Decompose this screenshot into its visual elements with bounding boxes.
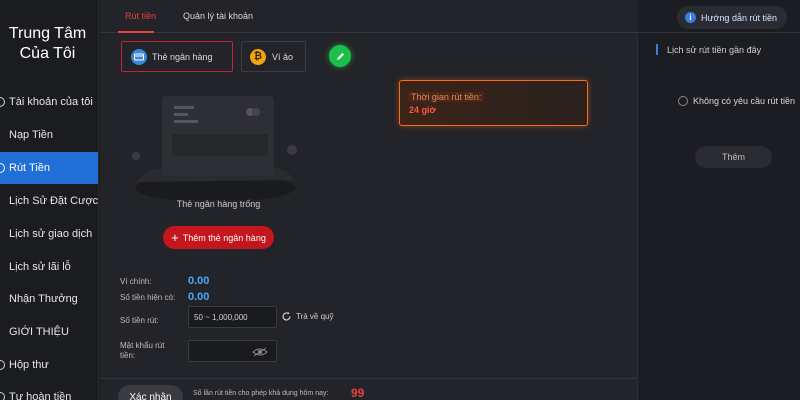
method-bank-card[interactable]: Thẻ ngân hàng [121, 41, 233, 72]
sidebar-item-referral[interactable]: GIỚI THIỆU [0, 316, 98, 348]
withdraw-password-label: Mật khẩu rút tiền: [120, 341, 165, 360]
balance-value: 0.00 [188, 291, 210, 303]
recent-withdrawals-title: Lịch sử rút tiền gần đây [667, 45, 762, 55]
withdraw-guide-label: Hướng dẫn rút tiền [701, 12, 777, 23]
method-wallet-label: Ví ảo [272, 51, 294, 62]
amount-input[interactable]: 50 ~ 1,000,000 [188, 306, 277, 328]
sidebar-item-label: Nạp Tiền [9, 129, 54, 141]
info-icon: i [685, 12, 696, 23]
sidebar-item-withdraw[interactable]: Rút Tiền [0, 152, 98, 184]
sidebar-item-inbox[interactable]: Hộp thư [0, 349, 98, 381]
tab-account-management[interactable]: Quản lý tài khoản [183, 11, 253, 21]
sidebar-item-deposit[interactable]: Nạp Tiền [0, 119, 98, 151]
refresh-icon [282, 311, 291, 321]
balance-label: Số tiền hiện có: [120, 293, 176, 302]
main-wallet-value: 0.00 [188, 275, 210, 287]
bank-card-icon [131, 48, 147, 65]
bullet-icon [0, 392, 5, 400]
refund-to-wallet-button[interactable]: Trả về quỹ [281, 311, 334, 322]
sidebar-title: Trung Tâm Của Tôi [0, 24, 98, 64]
sidebar-item-label: Hộp thư [9, 359, 49, 371]
add-bank-card-button[interactable]: + Thêm thẻ ngân hàng [163, 226, 274, 249]
main-wallet-label: Ví chính: [120, 277, 152, 286]
sidebar-item-my-account[interactable]: Tài khoản của tôi [0, 86, 98, 118]
sidebar-item-transaction-history[interactable]: Lịch sử giao dịch [0, 218, 98, 250]
sidebar-item-label: Lịch sử lãi lỗ [9, 261, 71, 273]
withdraw-password-input[interactable] [188, 340, 277, 362]
empty-icon [678, 96, 688, 106]
bullet-icon [0, 163, 5, 173]
sidebar-item-profit-loss[interactable]: Lịch sử lãi lỗ [0, 251, 98, 283]
refund-label: Trả về quỹ [296, 312, 334, 321]
recent-withdrawals-panel: Lịch sử rút tiền gần đây Không có yêu cầ… [637, 33, 800, 400]
add-bank-card-label: Thêm thẻ ngân hàng [182, 232, 266, 243]
sidebar-item-label: Nhận Thưởng [9, 293, 78, 305]
method-bank-label: Thẻ ngân hàng [152, 51, 213, 62]
no-requests-label: Không có yêu cầu rút tiền [693, 96, 796, 106]
main-panel: Rút tiền Quản lý tài khoản Thẻ ngân hàng… [100, 0, 800, 400]
sidebar-item-label: GIỚI THIỆU [9, 326, 69, 338]
sidebar-item-rewards[interactable]: Nhận Thưởng [0, 283, 98, 315]
remaining-withdrawals-label: Số lần rút tiền cho phép khả dụng hôm na… [193, 390, 329, 397]
sidebar-title-line2: Của Tôi [19, 45, 76, 62]
withdraw-time-value: 24 giờ [409, 105, 436, 115]
bitcoin-icon: ₿ [250, 48, 266, 65]
no-requests-message: Không có yêu cầu rút tiền [678, 96, 795, 106]
remaining-withdrawals-count: 99 [351, 386, 365, 400]
confirm-button[interactable]: Xác nhận [118, 385, 183, 400]
withdraw-time-title: Thời gian rút tiền: [408, 92, 485, 102]
footer-bar: Xác nhận Số lần rút tiền cho phép khả dụ… [100, 378, 637, 400]
more-button[interactable]: Thêm [695, 146, 772, 168]
withdraw-time-box: Thời gian rút tiền: 24 giờ [399, 80, 588, 126]
empty-bank-card-label: Thẻ ngân hàng trống [176, 199, 261, 209]
bullet-icon [0, 360, 5, 370]
withdraw-guide-button[interactable]: i Hướng dẫn rút tiền [677, 6, 787, 29]
tab-withdraw[interactable]: Rút tiền [125, 11, 156, 21]
sidebar-item-auto-refund[interactable]: Tự hoàn tiền [0, 381, 98, 400]
plus-icon: + [171, 230, 179, 245]
section-marker [656, 44, 658, 55]
sidebar-title-line1: Trung Tâm [8, 25, 87, 42]
sidebar: Trung Tâm Của Tôi Tài khoản của tôi Nạp … [0, 0, 99, 400]
sidebar-item-label: Rút Tiền [9, 162, 50, 174]
sidebar-item-label: Tự hoàn tiền [9, 391, 72, 400]
method-e-wallet[interactable]: ₿ Ví ảo [241, 41, 306, 72]
sidebar-item-bet-history[interactable]: Lịch Sử Đặt Cược [0, 185, 99, 217]
amount-label: Số tiền rút: [120, 316, 159, 325]
edit-icon[interactable] [329, 45, 351, 67]
sidebar-item-label: Lịch Sử Đặt Cược [9, 195, 99, 207]
sidebar-item-label: Lịch sử giao dịch [9, 228, 93, 240]
empty-card-illustration [132, 96, 297, 200]
sidebar-item-label: Tài khoản của tôi [9, 96, 93, 108]
eye-off-icon[interactable] [252, 347, 268, 357]
active-tab-indicator [118, 31, 154, 33]
bullet-icon [0, 97, 5, 107]
